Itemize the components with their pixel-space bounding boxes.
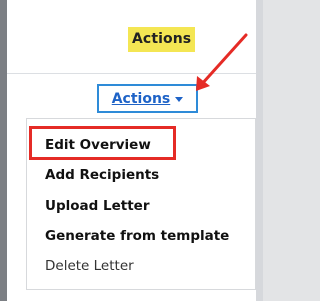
table-header-row: Actions xyxy=(7,0,256,74)
caret-down-icon xyxy=(175,96,184,102)
left-border xyxy=(0,0,7,301)
menu-item-upload-letter[interactable]: Upload Letter xyxy=(45,198,149,214)
menu-item-add-recipients[interactable]: Add Recipients xyxy=(45,167,159,183)
actions-dropdown-button[interactable]: Actions xyxy=(97,84,198,113)
menu-item-generate-from-template[interactable]: Generate from template xyxy=(45,228,229,244)
actions-column-header: Actions xyxy=(128,27,196,52)
actions-button-label: Actions xyxy=(111,90,171,107)
edit-overview-highlight-box xyxy=(29,126,176,160)
right-border xyxy=(256,0,263,301)
screenshot-frame: Actions Actions Edit Overview Add Recipi… xyxy=(0,0,263,301)
menu-item-delete-letter[interactable]: Delete Letter xyxy=(45,258,134,274)
